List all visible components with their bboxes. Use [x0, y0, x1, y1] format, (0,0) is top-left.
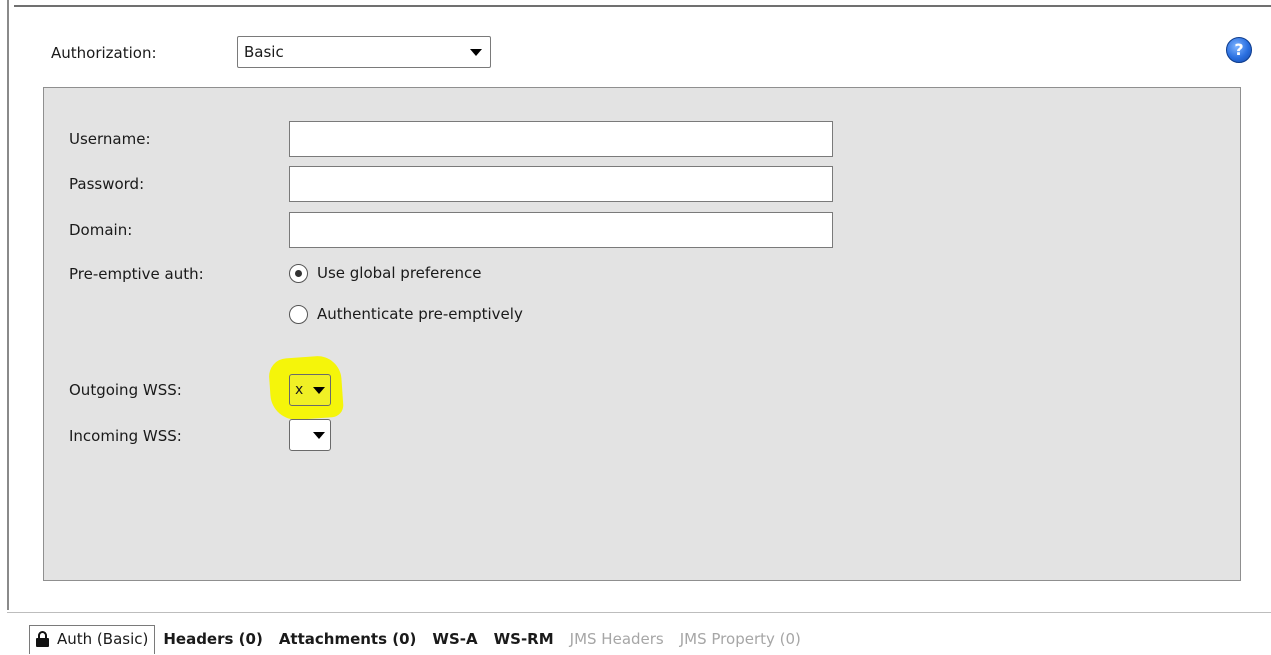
bottom-tab-bar: Auth (Basic) Headers (0) Attachments (0)… — [29, 623, 809, 655]
chevron-down-icon — [470, 49, 482, 56]
password-label: Password: — [69, 175, 145, 193]
username-label: Username: — [69, 130, 151, 148]
chevron-down-icon — [313, 387, 325, 394]
authorization-select[interactable]: Basic — [237, 36, 491, 68]
domain-label: Domain: — [69, 221, 133, 239]
left-border — [7, 0, 9, 610]
authorization-label: Authorization: — [51, 44, 157, 62]
tab-ws-rm[interactable]: WS-RM — [486, 626, 562, 652]
tab-jms-headers: JMS Headers — [569, 630, 664, 648]
password-field[interactable] — [289, 166, 833, 202]
basic-auth-panel — [43, 87, 1241, 581]
radio-button-checked[interactable] — [289, 264, 308, 283]
tab-auth-label: Auth (Basic) — [57, 629, 149, 648]
username-field[interactable] — [289, 121, 833, 157]
radio-button-unchecked[interactable] — [289, 305, 308, 324]
tab-jms-property: JMS Property (0) — [679, 630, 801, 648]
tab-headers[interactable]: Headers (0) — [155, 626, 270, 652]
incoming-wss-label: Incoming WSS: — [69, 427, 182, 445]
domain-field[interactable] — [289, 212, 833, 248]
outgoing-wss-label: Outgoing WSS: — [69, 381, 182, 399]
radio-label: Authenticate pre-emptively — [317, 305, 523, 323]
incoming-wss-select[interactable] — [289, 419, 331, 451]
outgoing-wss-select[interactable]: x — [289, 374, 331, 406]
tab-ws-a[interactable]: WS-A — [424, 626, 485, 652]
tab-auth[interactable]: Auth (Basic) — [29, 624, 156, 654]
outgoing-wss-value: x — [295, 382, 304, 398]
authorization-select-value: Basic — [244, 43, 284, 61]
help-icon[interactable]: ? — [1226, 37, 1252, 63]
chevron-down-icon — [313, 432, 325, 439]
tab-bar-divider — [7, 612, 1271, 613]
top-divider — [14, 5, 1271, 7]
radio-label: Use global preference — [317, 264, 482, 282]
tab-attachments[interactable]: Attachments (0) — [271, 626, 425, 652]
lock-icon — [36, 630, 49, 647]
preemptive-auth-label: Pre-emptive auth: — [69, 265, 204, 283]
